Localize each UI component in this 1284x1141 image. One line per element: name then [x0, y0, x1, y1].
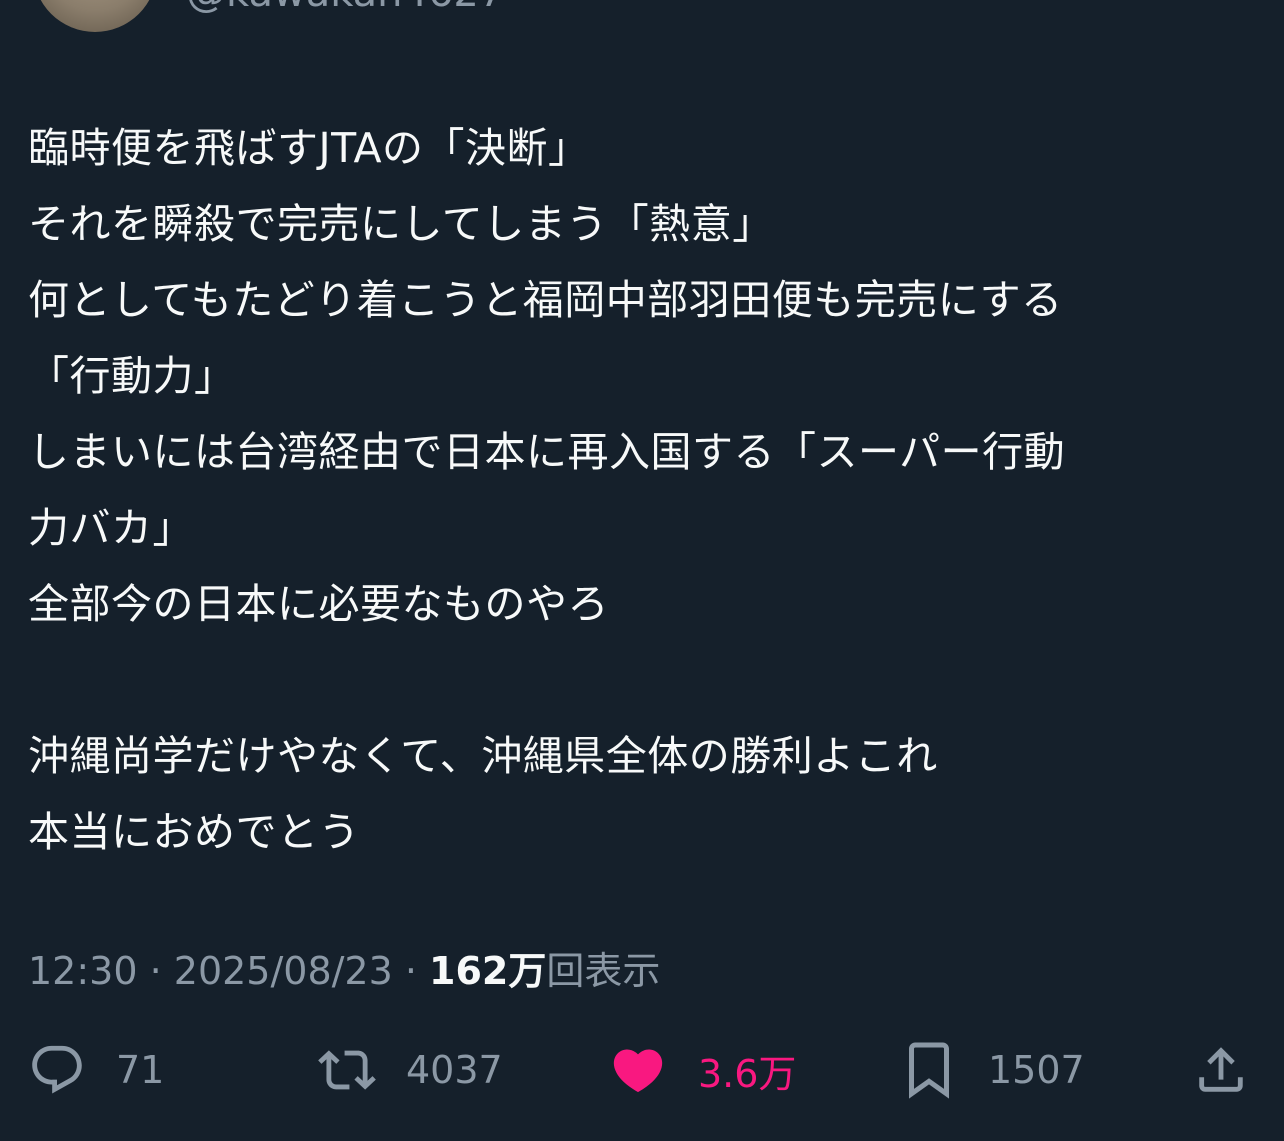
tweet-line: 沖縄尚学だけやなくて、沖縄県全体の勝利よこれ: [28, 732, 938, 780]
meta-separator: ·: [392, 949, 430, 993]
heart-icon: [613, 1049, 663, 1093]
retweet-count: 4037: [406, 1048, 503, 1092]
share-icon: [1199, 1047, 1243, 1092]
retweet-icon: [318, 1050, 376, 1090]
bookmark-icon: [909, 1042, 949, 1099]
tweet-line: 何としてもたどり着こうと福岡中部羽田便も完売にする: [28, 276, 1063, 324]
like-button[interactable]: 3.6万: [608, 1035, 796, 1105]
reply-count: 71: [116, 1048, 165, 1092]
meta-separator: ·: [137, 949, 174, 993]
author-handle[interactable]: @kawakan4627: [186, 0, 504, 16]
tweet-line: 「行動力」: [28, 352, 236, 400]
reply-icon: [32, 1045, 82, 1094]
reply-button[interactable]: 71: [28, 1035, 164, 1105]
tweet-line: それを瞬殺で完売にしてしまう「熱意」: [28, 200, 774, 248]
tweet-line: 臨時便を飛ばすJTAの「決断」: [28, 124, 590, 172]
tweet-line: 全部今の日本に必要なものやろ: [28, 580, 609, 628]
tweet-time[interactable]: 12:30: [28, 949, 138, 993]
avatar[interactable]: [33, 0, 157, 32]
tweet-meta: 12:30 · 2025/08/23 · 162万回表示: [28, 940, 660, 995]
tweet-date[interactable]: 2025/08/23: [174, 949, 393, 993]
like-count: 3.6万: [698, 1051, 797, 1096]
bookmark-count: 1507: [988, 1048, 1085, 1092]
views-count: 162万: [429, 949, 547, 993]
tweet-line: 力バカ」: [28, 504, 194, 552]
action-bar: 71 4037 3.6万 1507: [0, 1035, 1284, 1105]
tweet-line: 本当におめでとう: [28, 808, 360, 856]
share-button[interactable]: [1192, 1035, 1250, 1105]
views-label: 回表示: [546, 949, 661, 993]
tweet-line: しまいには台湾経由で日本に再入国する「スーパー行動: [28, 428, 1066, 476]
tweet-text: 臨時便を飛ばすJTAの「決断」 それを瞬殺で完売にしてしまう「熱意」 何としても…: [28, 110, 1248, 870]
retweet-button[interactable]: 4037: [314, 1035, 503, 1105]
bookmark-button[interactable]: 1507: [904, 1035, 1085, 1105]
